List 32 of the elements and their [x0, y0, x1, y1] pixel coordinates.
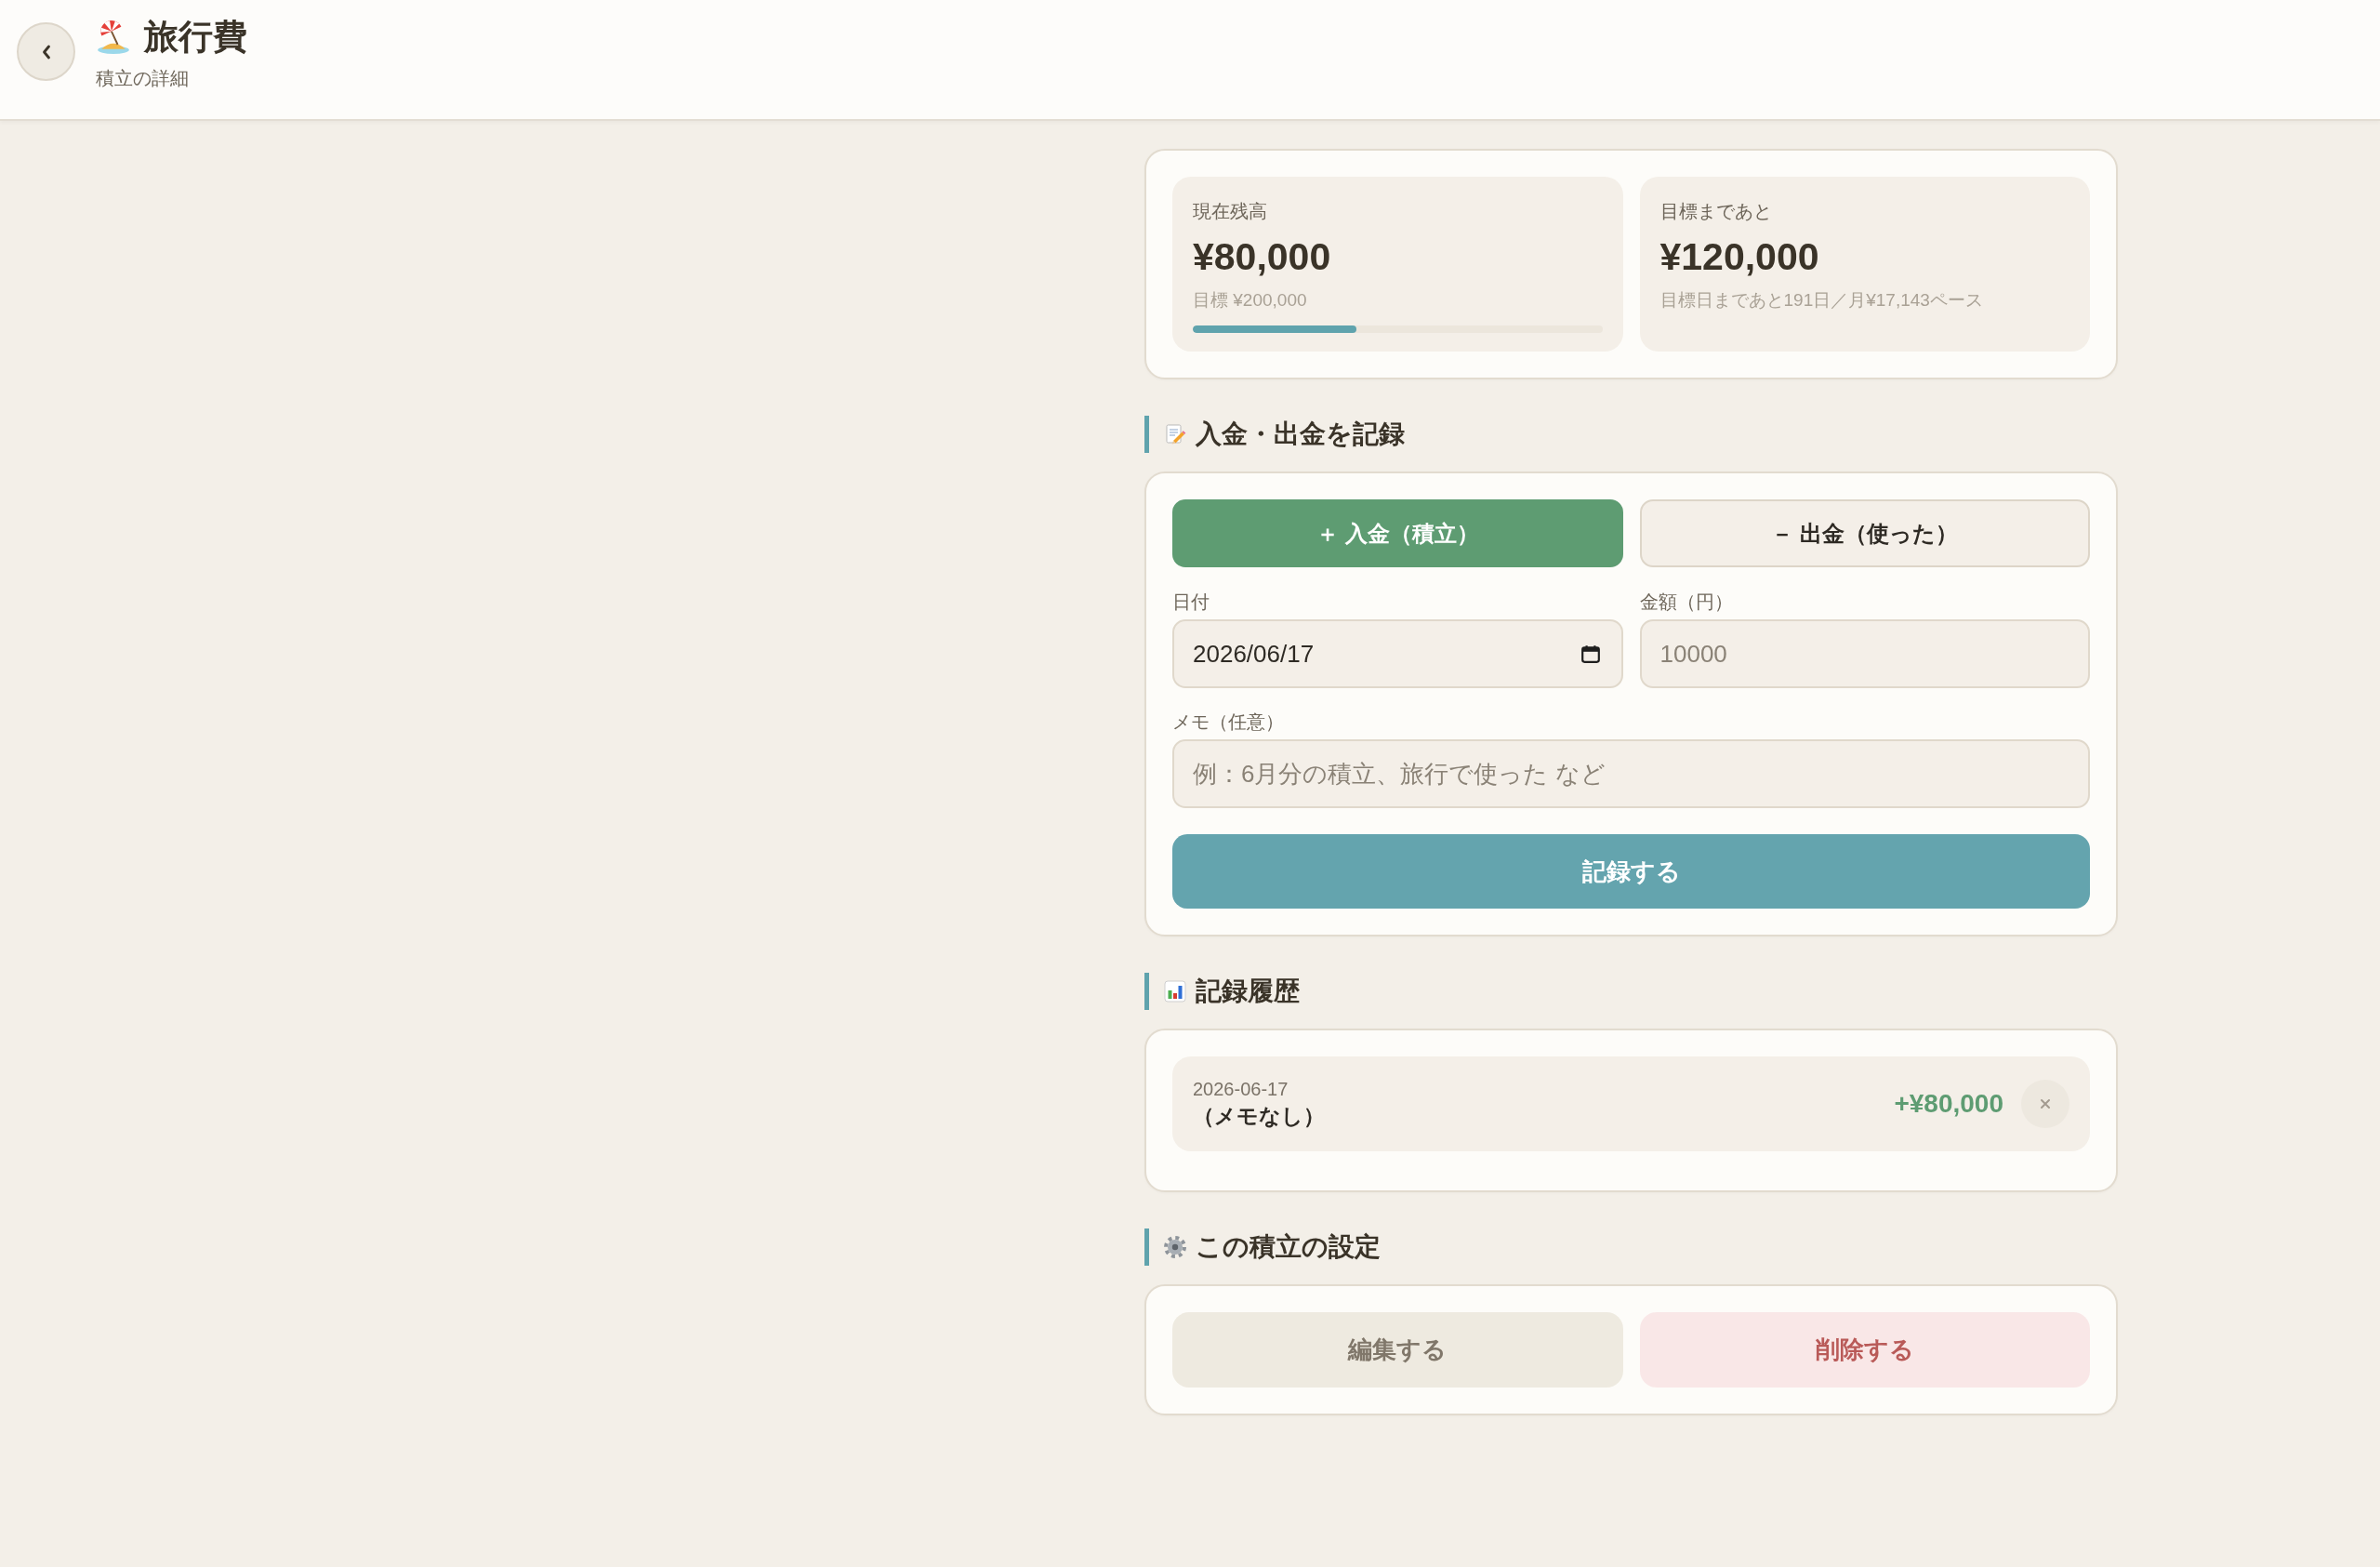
amount-field[interactable]: 10000	[1639, 619, 2090, 688]
stat-label: 目標まであと	[1659, 200, 1773, 223]
stat-label: 現在残高	[1193, 200, 1268, 223]
entry-amount: +¥80,000	[1894, 1089, 2003, 1119]
page-title: 旅行費	[144, 17, 247, 58]
bar-chart-icon	[1164, 980, 1186, 1003]
date-field[interactable]: 2026/06/17	[1172, 619, 1623, 688]
field-label: 金額（円）	[1639, 591, 1734, 614]
delete-entry-button[interactable]	[2021, 1080, 2069, 1128]
edit-button[interactable]: 編集する	[1172, 1312, 1623, 1388]
section-heading: 入金・出金を記録	[1196, 418, 1405, 450]
deposit-toggle-button[interactable]: ＋ 入金（積立）	[1172, 499, 1623, 567]
withdraw-toggle-button[interactable]: － 出金（使った）	[1639, 499, 2090, 567]
gear-icon	[1164, 1236, 1186, 1258]
field-label: メモ（任意）	[1172, 710, 1285, 734]
stat-note: 目標 ¥200,000	[1193, 289, 1308, 312]
delete-button[interactable]: 削除する	[1639, 1312, 2090, 1388]
calendar-icon[interactable]	[1580, 644, 1601, 664]
close-icon	[2039, 1097, 2052, 1110]
memo-field[interactable]: 例：6月分の積立、旅行で使った など	[1172, 739, 2090, 808]
field-label: 日付	[1172, 591, 1210, 614]
entry-memo: （メモなし）	[1193, 1103, 1326, 1130]
stat-amount: ¥80,000	[1193, 234, 1332, 280]
section-heading: 記録履歴	[1196, 976, 1300, 1007]
record-button[interactable]: 記録する	[1172, 834, 2090, 909]
page-subtitle: 積立の詳細	[96, 67, 190, 90]
section-heading: この積立の設定	[1196, 1231, 1381, 1263]
beach-umbrella-icon	[96, 20, 131, 55]
stat-amount: ¥120,000	[1659, 234, 1820, 280]
entry-date: 2026-06-17	[1193, 1078, 1289, 1101]
stat-note: 目標日まであと191日／月¥17,143ペース	[1659, 289, 1984, 312]
memo-pencil-icon	[1164, 423, 1186, 445]
